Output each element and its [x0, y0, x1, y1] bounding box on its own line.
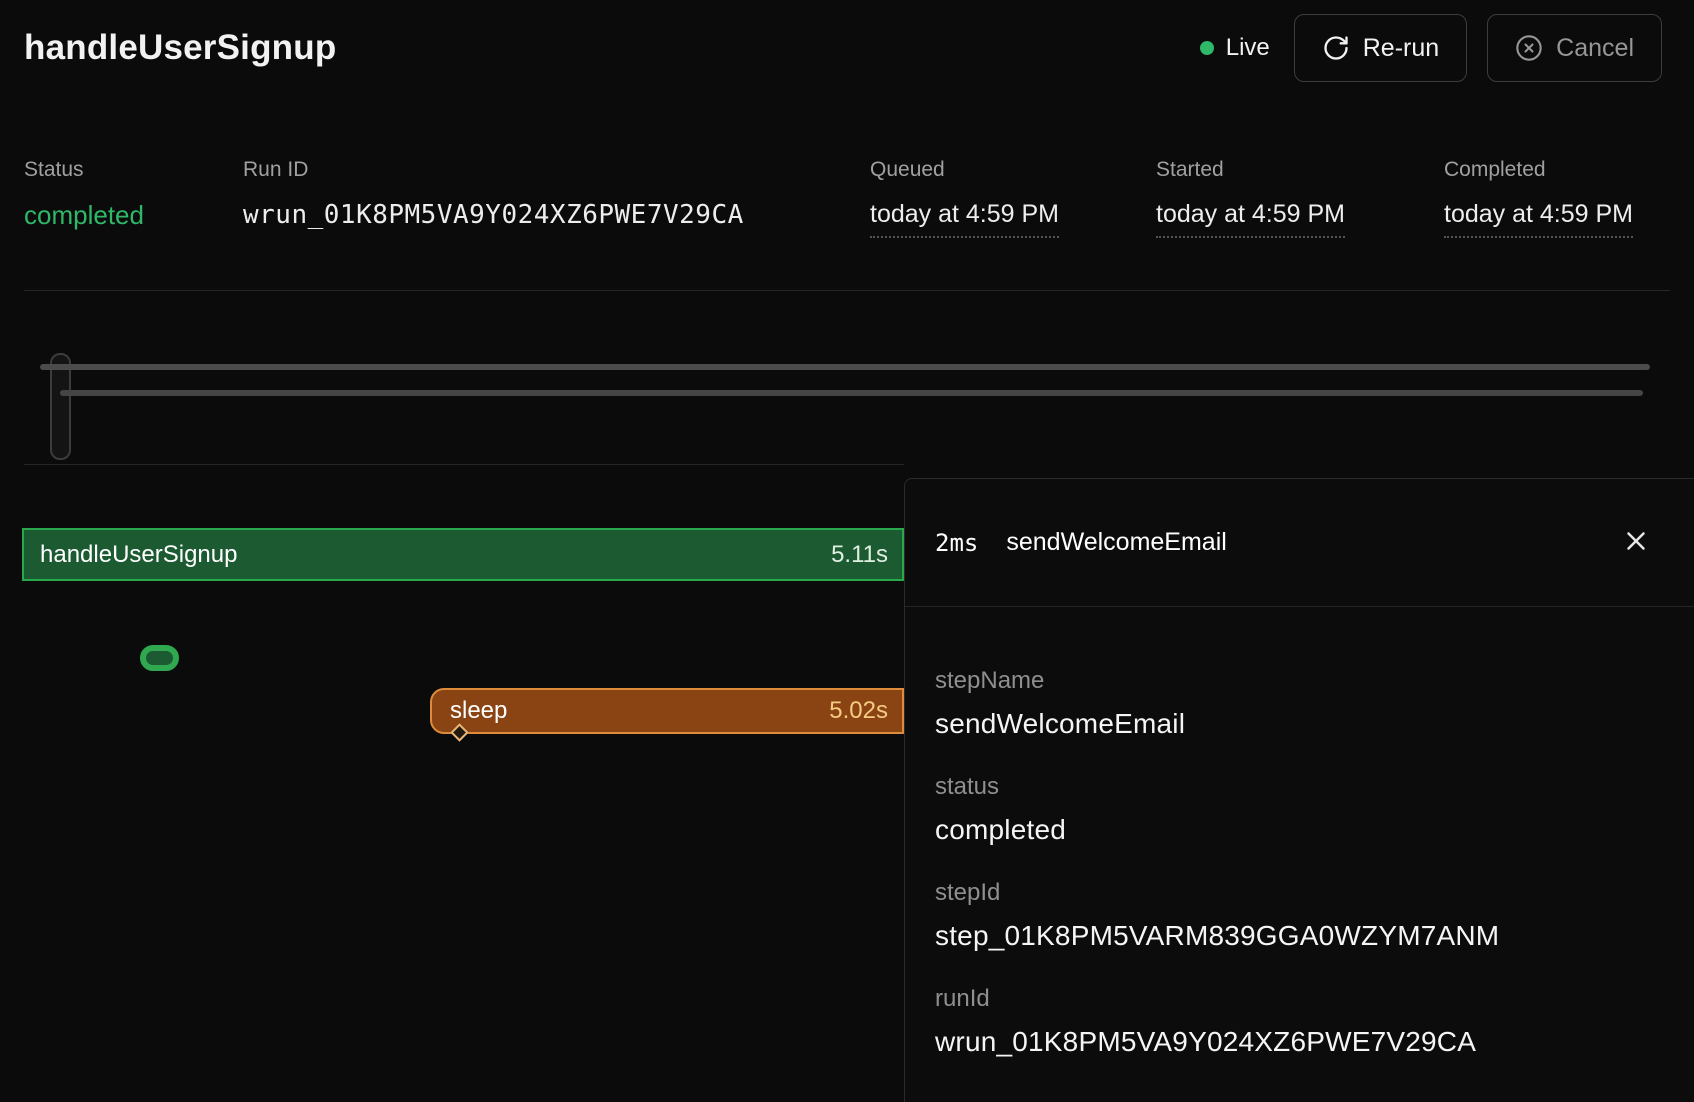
field-value: completed [935, 813, 1664, 847]
span-name: handleUserSignup [40, 541, 237, 569]
step-title: sendWelcomeEmail [1006, 528, 1226, 557]
meta-completed: Completed today at 4:59 PM [1444, 158, 1633, 238]
close-icon [1621, 526, 1651, 559]
run-header: handleUserSignup Live Re-run Cancel [0, 0, 1694, 96]
step-marker-pill[interactable] [140, 645, 179, 671]
cancel-label: Cancel [1556, 34, 1634, 63]
run-meta: Status completed Run ID wrun_01K8PM5VA9Y… [0, 158, 1694, 248]
started-value: today at 4:59 PM [1156, 200, 1345, 238]
cancel-circle-x-icon [1515, 34, 1543, 62]
span-bar-handleUserSignup[interactable]: handleUserSignup 5.11s [22, 528, 904, 581]
field-label: stepName [935, 667, 1664, 695]
step-details-panel: 2ms sendWelcomeEmail stepName sendWelcom… [904, 478, 1694, 1102]
step-duration: 2ms [935, 529, 978, 557]
step-details-header: 2ms sendWelcomeEmail [905, 479, 1694, 607]
field-label: runId [935, 985, 1664, 1013]
refresh-icon [1322, 34, 1350, 62]
meta-status: Status completed [24, 158, 144, 231]
span-duration: 5.11s [831, 541, 888, 569]
cancel-button[interactable]: Cancel [1487, 14, 1662, 82]
status-value: completed [24, 200, 144, 231]
field-label: stepId [935, 879, 1664, 907]
queued-label: Queued [870, 158, 1059, 182]
meta-queued: Queued today at 4:59 PM [870, 158, 1059, 238]
field-step-name: stepName sendWelcomeEmail [935, 667, 1664, 741]
live-indicator: Live [1200, 34, 1270, 62]
rerun-label: Re-run [1363, 34, 1439, 63]
run-id-value: wrun_01K8PM5VA9Y024XZ6PWE7V29CA [243, 200, 744, 230]
field-label: status [935, 773, 1664, 801]
close-button[interactable] [1614, 521, 1658, 565]
field-run-id: runId wrun_01K8PM5VA9Y024XZ6PWE7V29CA [935, 985, 1664, 1059]
field-value: step_01K8PM5VARM839GGA0WZYM7ANM [935, 919, 1664, 953]
header-actions: Live Re-run Cancel [1200, 14, 1662, 82]
chart-divider [24, 464, 904, 465]
page-title: handleUserSignup [24, 28, 336, 68]
live-label: Live [1226, 34, 1270, 62]
completed-label: Completed [1444, 158, 1633, 182]
field-step-id: stepId step_01K8PM5VARM839GGA0WZYM7ANM [935, 879, 1664, 953]
meta-run-id: Run ID wrun_01K8PM5VA9Y024XZ6PWE7V29CA [243, 158, 744, 230]
timeline-minimap [0, 340, 1694, 465]
span-bar-sleep[interactable]: sleep 5.02s [430, 688, 904, 734]
meta-divider [24, 290, 1670, 291]
field-value: wrun_01K8PM5VA9Y024XZ6PWE7V29CA [935, 1025, 1664, 1059]
run-id-label: Run ID [243, 158, 744, 182]
field-value: sendWelcomeEmail [935, 707, 1664, 741]
queued-value: today at 4:59 PM [870, 200, 1059, 238]
span-duration: 5.02s [829, 697, 888, 725]
minimap-span-bar-root [40, 364, 1650, 370]
meta-started: Started today at 4:59 PM [1156, 158, 1345, 238]
started-label: Started [1156, 158, 1345, 182]
status-label: Status [24, 158, 144, 182]
minimap-span-bar-child [60, 390, 1643, 396]
span-name: sleep [450, 697, 507, 725]
step-details-body: stepName sendWelcomeEmail status complet… [905, 607, 1694, 1059]
rerun-button[interactable]: Re-run [1294, 14, 1467, 82]
field-status: status completed [935, 773, 1664, 847]
live-dot-icon [1200, 41, 1214, 55]
completed-value: today at 4:59 PM [1444, 200, 1633, 238]
